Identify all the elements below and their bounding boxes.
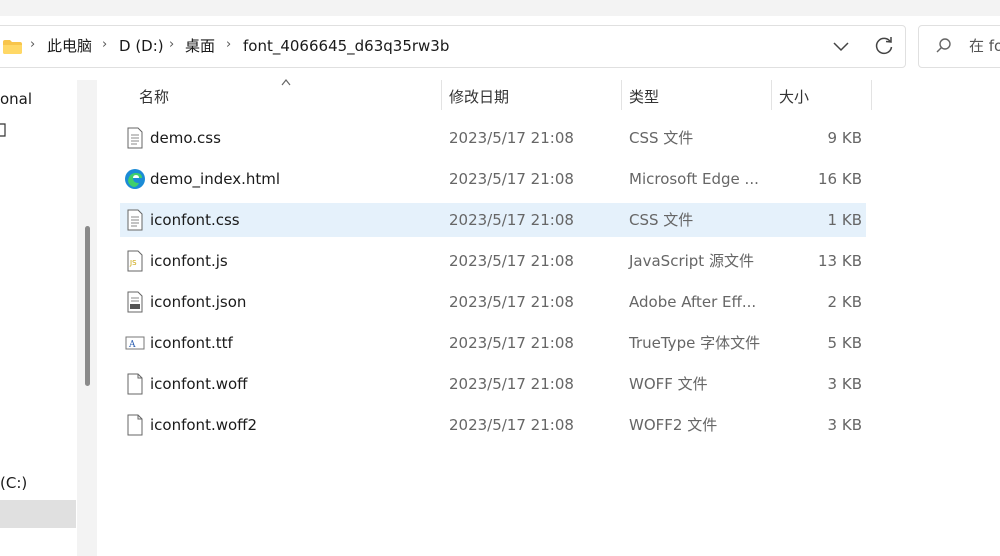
breadcrumb-desktop[interactable]: 桌面 (185, 36, 215, 56)
chevron-right-icon: › (102, 37, 108, 52)
file-size: 1 KB (827, 211, 862, 229)
file-name: demo_index.html (150, 170, 281, 188)
file-type: WOFF 文件 (629, 375, 708, 393)
js-file-icon: JS (127, 250, 143, 272)
file-size: 3 KB (827, 375, 862, 393)
file-type: CSS 文件 (629, 211, 694, 229)
file-name: iconfont.ttf (150, 334, 233, 352)
nav-scrollbar-thumb[interactable] (85, 226, 90, 386)
nav-item-selected[interactable] (0, 500, 76, 528)
column-divider[interactable] (771, 80, 772, 110)
column-header-name[interactable]: 名称 (139, 87, 169, 107)
file-name: iconfont.json (150, 293, 247, 311)
blank-file-icon (127, 414, 143, 436)
file-type: CSS 文件 (629, 129, 694, 147)
folder-icon (3, 40, 22, 54)
file-date: 2023/5/17 21:08 (449, 375, 574, 393)
file-type: Microsoft Edge ... (629, 170, 759, 188)
breadcrumb-this-pc[interactable]: 此电脑 (47, 36, 92, 56)
file-name: demo.css (150, 129, 221, 147)
title-strip (0, 0, 1000, 16)
file-size: 16 KB (818, 170, 862, 188)
sort-ascending-icon (281, 79, 291, 86)
blank-file-icon (127, 373, 143, 395)
search-icon (936, 38, 951, 53)
column-header-date[interactable]: 修改日期 (449, 87, 509, 107)
css-file-icon (127, 209, 143, 231)
chevron-right-icon: › (30, 37, 36, 52)
column-divider[interactable] (871, 80, 872, 110)
file-size: 3 KB (827, 416, 862, 434)
breadcrumb-current-folder[interactable]: font_4066645_d63q35rw3b (243, 36, 449, 56)
file-name: iconfont.css (150, 211, 240, 229)
column-header-size[interactable]: 大小 (779, 87, 809, 107)
nav-item-drive-c[interactable]: (C:) (0, 473, 27, 493)
file-date: 2023/5/17 21:08 (449, 129, 574, 147)
font-file-icon: A (125, 336, 145, 350)
file-date: 2023/5/17 21:08 (449, 170, 574, 188)
nav-item-icon (0, 123, 6, 137)
file-size: 13 KB (818, 252, 862, 270)
column-divider[interactable] (441, 80, 442, 110)
edge-html-icon (125, 169, 145, 189)
json-file-icon (127, 291, 143, 313)
refresh-icon[interactable] (872, 34, 896, 58)
svg-text:JS: JS (129, 259, 137, 267)
file-date: 2023/5/17 21:08 (449, 252, 574, 270)
nav-item-personal[interactable]: onal (0, 89, 32, 109)
file-size: 5 KB (827, 334, 862, 352)
file-date: 2023/5/17 21:08 (449, 416, 574, 434)
chevron-right-icon: › (226, 37, 232, 52)
file-date: 2023/5/17 21:08 (449, 334, 574, 352)
file-name: iconfont.woff (150, 375, 248, 393)
file-size: 2 KB (827, 293, 862, 311)
column-header-type[interactable]: 类型 (629, 87, 659, 107)
file-type: TrueType 字体文件 (629, 334, 761, 352)
file-date: 2023/5/17 21:08 (449, 211, 574, 229)
chevron-down-icon[interactable] (828, 34, 854, 58)
css-file-icon (127, 127, 143, 149)
svg-text:A: A (128, 340, 136, 350)
file-date: 2023/5/17 21:08 (449, 293, 574, 311)
file-size: 9 KB (827, 129, 862, 147)
search-placeholder: 在 fo (969, 37, 1000, 55)
chevron-right-icon: › (169, 37, 175, 52)
column-divider[interactable] (621, 80, 622, 110)
file-name: iconfont.js (150, 252, 228, 270)
file-type: Adobe After Eff... (629, 293, 757, 311)
file-type: JavaScript 源文件 (629, 252, 754, 270)
breadcrumb-drive-d[interactable]: D (D:) (119, 36, 164, 56)
file-name: iconfont.woff2 (150, 416, 258, 434)
file-type: WOFF2 文件 (629, 416, 718, 434)
